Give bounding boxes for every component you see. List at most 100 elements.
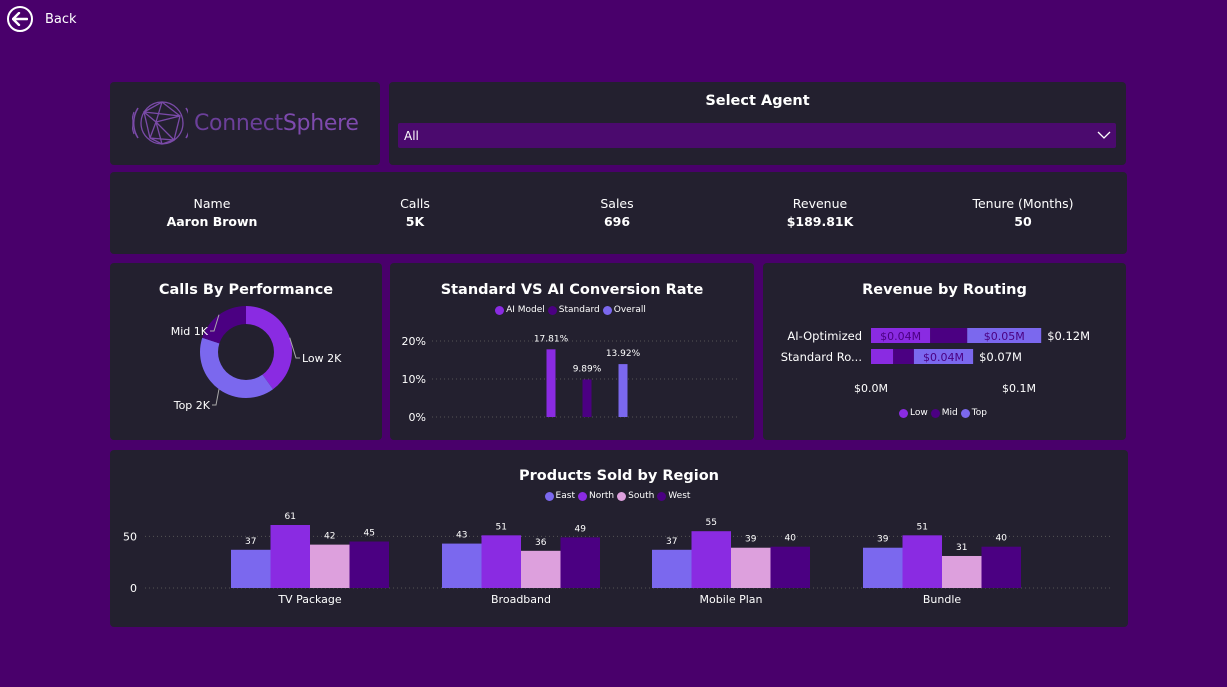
kpi-calls: Calls 5K: [325, 196, 505, 229]
data-label: 37: [245, 537, 256, 547]
data-label: 17.81%: [534, 334, 569, 344]
data-label: 31: [956, 543, 967, 553]
data-label: 13.92%: [606, 349, 641, 359]
bar: [442, 543, 482, 588]
bar: [863, 547, 903, 588]
bar: [770, 546, 810, 588]
donut-slice: [246, 306, 292, 390]
chevron-down-icon: [1097, 127, 1111, 146]
data-label: 49: [575, 524, 587, 534]
kpi-revenue: Revenue $189.81K: [730, 196, 910, 229]
legend-label: Top: [971, 408, 987, 418]
kpi-label: Revenue: [792, 196, 848, 211]
agent-dropdown[interactable]: All: [398, 123, 1116, 148]
category-label: Mobile Plan: [700, 593, 763, 606]
chart-legend: Low Mid Top: [763, 408, 1126, 418]
data-label: 37: [666, 537, 677, 547]
kpi-sales: Sales 696: [527, 196, 707, 229]
legend-item[interactable]: Low: [899, 408, 928, 418]
kpi-value: $189.81K: [786, 214, 854, 229]
bar: [231, 549, 271, 588]
bar: [521, 550, 561, 588]
total-label: $0.12M: [1047, 329, 1090, 343]
products-bar-chart: 0 50 37 61 42 45 TV Package 43 51 36 49 Broadband 37…: [123, 512, 1110, 606]
donut-label: Top 2K: [173, 399, 211, 412]
category-label: AI-Optimized: [787, 329, 862, 343]
conversion-rate-panel: Standard VS AI Conversion Rate AI Model …: [390, 263, 754, 440]
category-label: Bundle: [923, 593, 962, 606]
donut-slice: [202, 306, 246, 344]
back-button[interactable]: Back: [7, 6, 77, 32]
x-tick-label: $0.1M: [1002, 382, 1036, 395]
y-tick-label: 0%: [409, 411, 426, 424]
data-label: 40: [785, 534, 797, 544]
bar: [942, 555, 982, 588]
y-tick-label: 50: [123, 530, 137, 543]
calls-donut-chart: Low 2K Top 2K Mid 1K: [171, 306, 342, 412]
kpi-value: 5K: [405, 214, 425, 229]
kpi-value: Aaron Brown: [166, 214, 258, 229]
kpi-value: 696: [603, 214, 631, 229]
bar: [981, 546, 1021, 588]
kpi-label: Sales: [600, 196, 634, 211]
data-label: 39: [745, 535, 757, 545]
bar: [546, 349, 556, 417]
bar: [652, 549, 692, 588]
total-label: $0.07M: [979, 350, 1022, 364]
kpi-value: 50: [1014, 214, 1032, 229]
data-label: 42: [324, 532, 335, 542]
bar-segment: [871, 349, 894, 364]
logo-text-a: Connect: [194, 110, 283, 136]
donut-label: Low 2K: [302, 352, 342, 365]
data-label: 36: [535, 538, 547, 548]
bar: [691, 531, 731, 588]
legend-label: Low: [910, 408, 928, 418]
category-label: Broadband: [491, 593, 551, 606]
kpi-label: Calls: [400, 196, 430, 211]
kpi-label: Tenure (Months): [972, 196, 1074, 211]
back-arrow-icon: [7, 6, 33, 32]
bar: [560, 537, 600, 588]
segment-label: $0.05M: [984, 330, 1025, 343]
bar-segment: [893, 349, 914, 364]
y-tick-label: 20%: [402, 335, 426, 348]
kpi-label: Name: [193, 196, 231, 211]
legend-item[interactable]: Mid: [930, 408, 958, 418]
y-tick-label: 0: [130, 582, 137, 595]
logo-panel: ConnectSphere: [110, 82, 380, 165]
segment-label: $0.04M: [923, 351, 964, 364]
bar: [582, 379, 592, 417]
bar-segment: [930, 328, 968, 343]
conversion-bar-chart: 0% 10% 20% 17.81% 9.89% 13.92%: [402, 334, 740, 424]
legend-label: Mid: [941, 408, 958, 418]
kpi-name: Name Aaron Brown: [122, 196, 302, 229]
logo-text: ConnectSphere: [194, 111, 359, 136]
kpi-tenure: Tenure (Months) 50: [933, 196, 1113, 229]
bar: [270, 525, 310, 588]
x-tick-label: $0.0M: [854, 382, 888, 395]
y-tick-label: 10%: [402, 373, 426, 386]
legend-item[interactable]: Top: [960, 408, 987, 418]
bar: [481, 535, 521, 588]
bar: [310, 544, 350, 588]
connectsphere-logo: ConnectSphere: [132, 92, 359, 154]
back-label: Back: [45, 11, 77, 27]
bar: [618, 364, 628, 417]
data-label: 61: [285, 512, 296, 522]
calls-by-performance-panel: Calls By Performance Low 2K Top 2K Mid 1K: [110, 263, 382, 440]
category-label: TV Package: [277, 593, 342, 606]
agent-select-title: Select Agent: [705, 93, 810, 109]
data-label: 40: [996, 534, 1008, 544]
data-label: 43: [456, 531, 467, 541]
data-label: 51: [496, 522, 507, 532]
bar: [349, 541, 389, 588]
data-label: 9.89%: [573, 364, 602, 374]
logo-text-b: Sphere: [282, 110, 359, 136]
donut-slice: [200, 337, 274, 398]
donut-label: Mid 1K: [171, 325, 209, 338]
agent-dropdown-value: All: [404, 129, 419, 143]
agent-select-panel: Select Agent All: [389, 82, 1126, 165]
products-by-region-panel: Products Sold by Region East North South…: [110, 450, 1128, 627]
data-label: 51: [917, 522, 928, 532]
data-label: 55: [706, 518, 717, 528]
